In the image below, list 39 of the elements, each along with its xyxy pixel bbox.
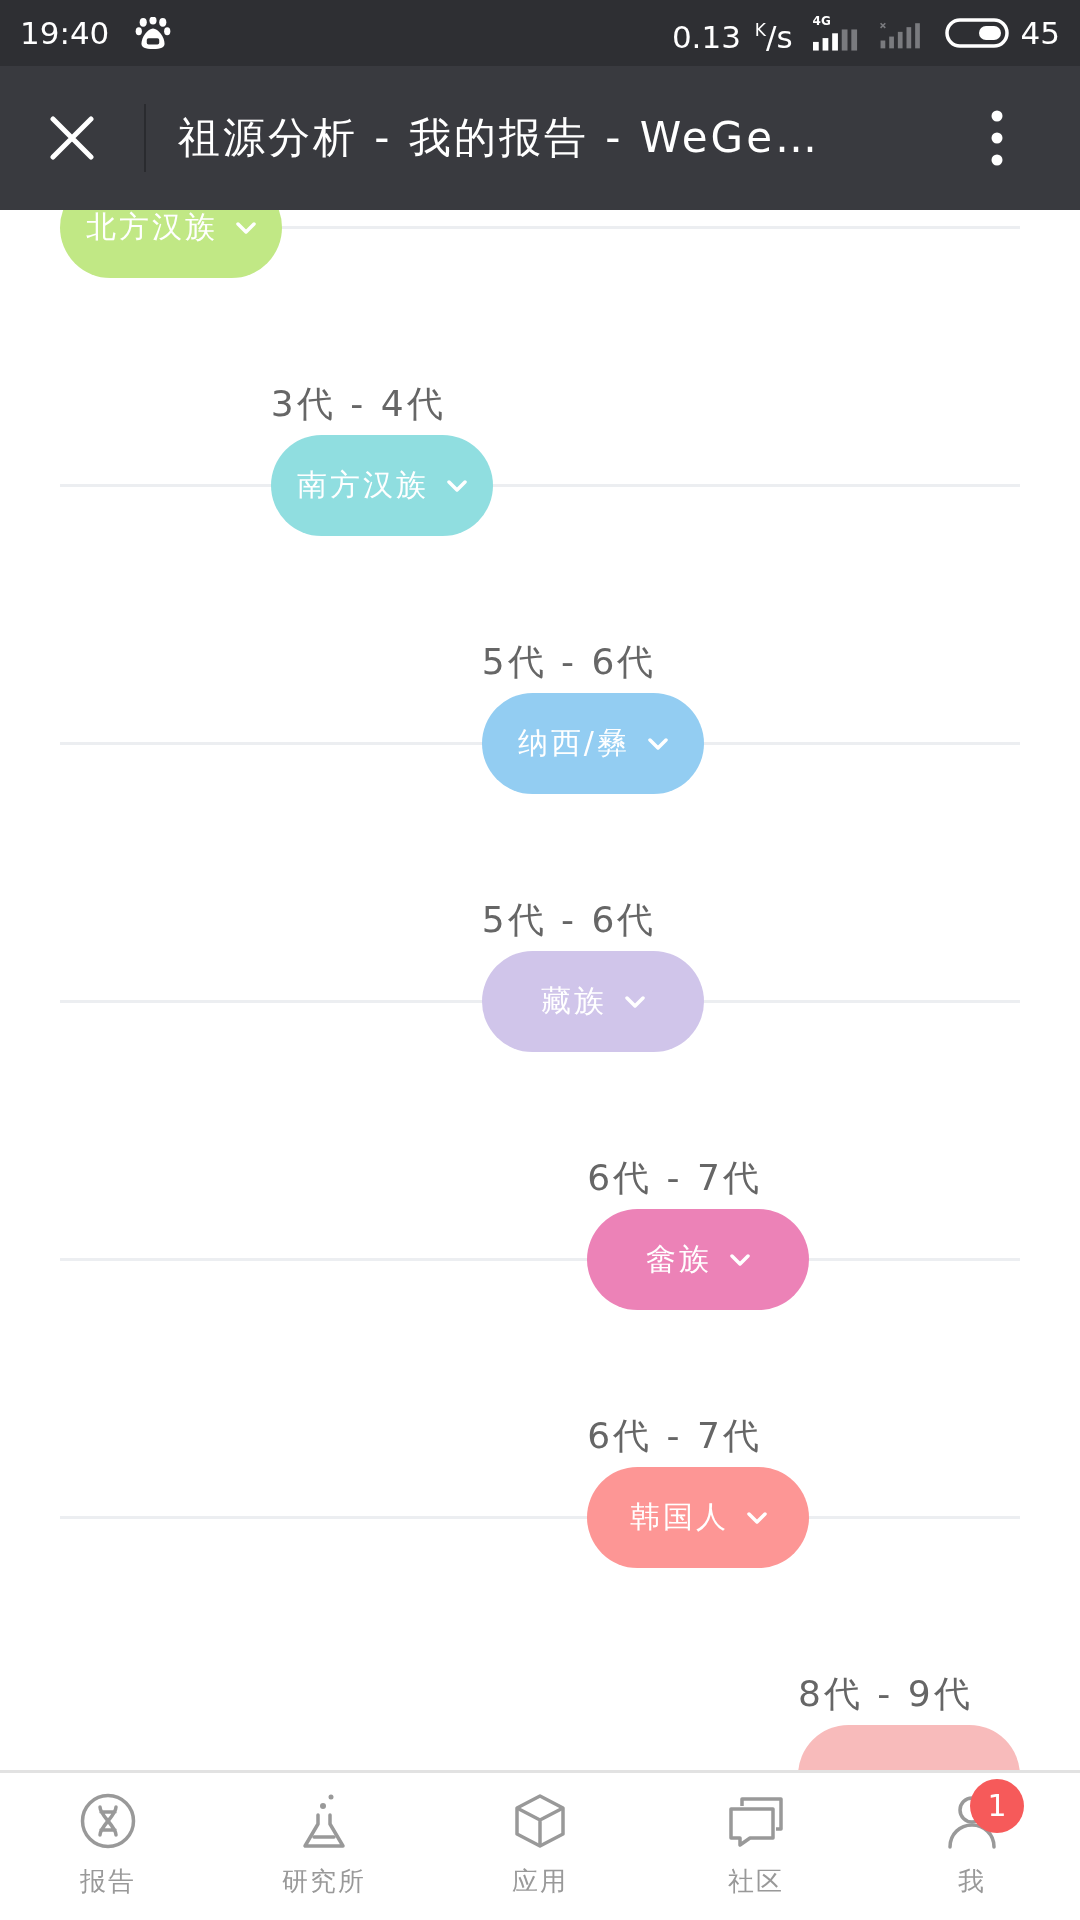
more-button[interactable]: [990, 109, 1004, 167]
generation-range: 5代 - 6代: [481, 900, 657, 940]
tab-item[interactable]: 报告: [0, 1773, 216, 1920]
paw-icon: [135, 17, 172, 49]
status-time: 19:40: [20, 14, 110, 53]
tab-item[interactable]: 1 我: [864, 1773, 1080, 1920]
chevron-down-icon: [236, 221, 256, 234]
signal-icon: [812, 29, 859, 51]
cube-icon: [512, 1793, 568, 1849]
ethnicity-dropdown[interactable]: 北方汉族: [60, 210, 282, 278]
notification-badge: 1: [970, 1779, 1024, 1833]
page-title: 祖源分析 - 我的报告 - WeGe…: [178, 112, 821, 164]
generation-range: 3代 - 4代: [270, 384, 446, 424]
ethnicity-dropdown[interactable]: 藏族: [481, 951, 704, 1052]
chevron-down-icon: [730, 1253, 751, 1266]
no-signal-icon: [878, 21, 923, 49]
ethnicity-dropdown[interactable]: 纳西/彝: [481, 693, 704, 794]
generation-range: 5代 - 6代: [481, 642, 657, 682]
chevron-down-icon: [746, 1511, 767, 1524]
battery-icon: [944, 18, 1009, 48]
tab-item[interactable]: 应用: [432, 1773, 648, 1920]
generation-range: 8代 - 9代: [798, 1674, 973, 1714]
dna-icon: [80, 1793, 136, 1849]
generation-range: 6代 - 7代: [587, 1416, 762, 1456]
battery-level: 45: [1020, 14, 1060, 53]
tab-item[interactable]: 研究所: [216, 1773, 432, 1920]
generation-range: 6代 - 7代: [587, 1158, 762, 1198]
chevron-down-icon: [624, 995, 645, 1008]
ethnicity-dropdown[interactable]: 韩国人: [587, 1467, 810, 1568]
network-speed: 0.13 $^{K}$/s: [671, 17, 793, 57]
tab-item[interactable]: 社区: [648, 1773, 864, 1920]
chevron-down-icon: [446, 479, 467, 492]
network-type-label: 4G: [812, 15, 831, 27]
ethnicity-dropdown[interactable]: 畲族: [587, 1209, 810, 1310]
chevron-down-icon: [647, 737, 668, 750]
close-icon: [50, 116, 94, 160]
more-icon: [991, 110, 1003, 166]
ethnicity-dropdown[interactable]: 南方汉族: [270, 435, 493, 536]
close-button[interactable]: [48, 114, 96, 162]
